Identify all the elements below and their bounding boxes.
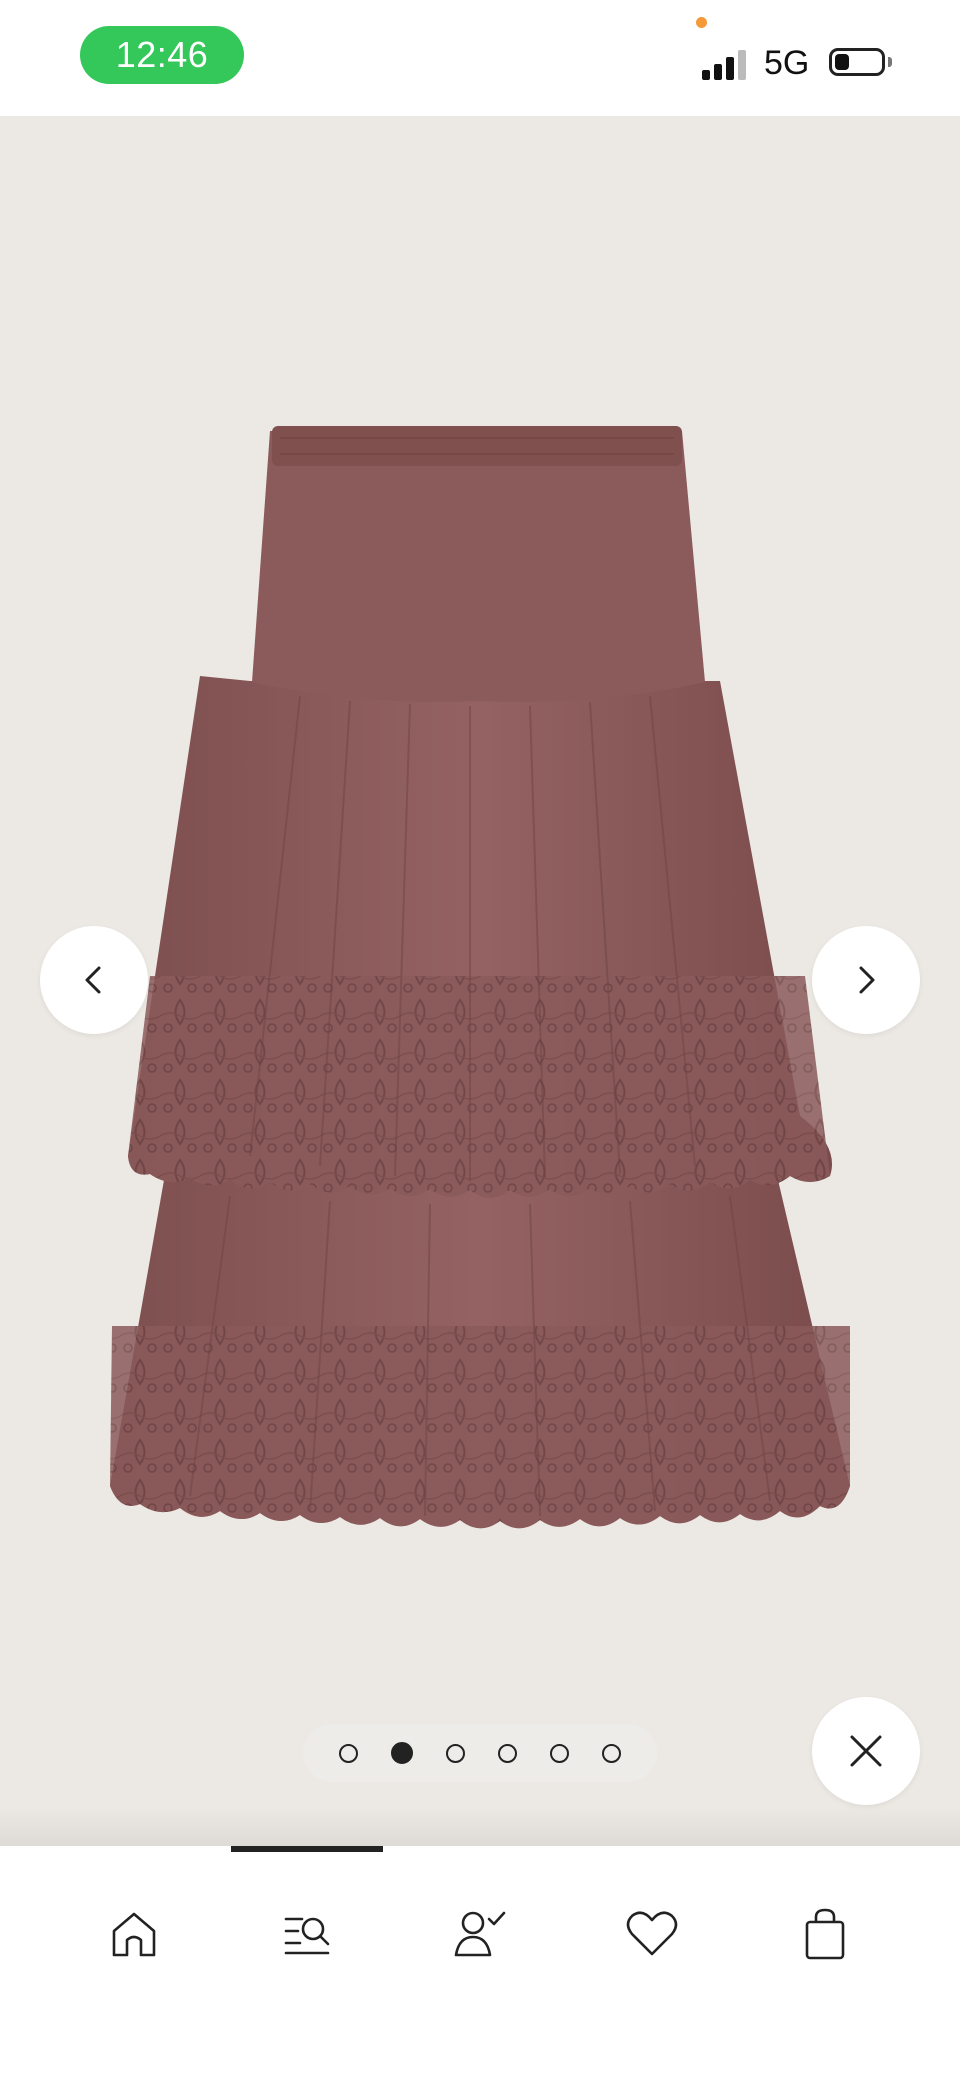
status-bar: 12:46 5G [0, 0, 960, 116]
previous-image-button[interactable] [40, 926, 148, 1034]
image-pagination [303, 1724, 657, 1782]
battery-icon [829, 48, 885, 76]
page-dot[interactable] [549, 1743, 569, 1763]
nav-search-categories[interactable] [267, 1894, 347, 1974]
page-dot[interactable] [446, 1743, 466, 1763]
page-dot[interactable] [339, 1743, 359, 1763]
next-image-button[interactable] [812, 926, 920, 1034]
home-icon [112, 1912, 156, 1957]
page-dot-active[interactable] [391, 1742, 414, 1764]
chevron-right-icon [859, 966, 875, 994]
nav-bag[interactable] [785, 1894, 865, 1974]
heart-icon [626, 1911, 678, 1956]
page-dot[interactable] [601, 1743, 621, 1763]
nav-account[interactable] [440, 1894, 520, 1974]
nav-home[interactable] [94, 1894, 174, 1974]
privacy-indicator-dot [696, 17, 707, 28]
network-type: 5G [764, 44, 810, 82]
bag-icon [805, 1908, 845, 1960]
signal-strength-icon [702, 46, 750, 80]
search-list-icon [284, 1917, 330, 1955]
account-icon [454, 1911, 506, 1957]
status-time: 12:46 [80, 26, 244, 84]
close-gallery-button[interactable] [812, 1697, 920, 1805]
page-dot[interactable] [497, 1743, 517, 1763]
product-image-gallery[interactable] [0, 116, 960, 1846]
chevron-left-icon [85, 966, 101, 994]
active-tab-indicator [231, 1846, 383, 1852]
bottom-navigation [0, 1846, 960, 2078]
close-icon [850, 1735, 882, 1767]
nav-wishlist[interactable] [612, 1894, 692, 1974]
